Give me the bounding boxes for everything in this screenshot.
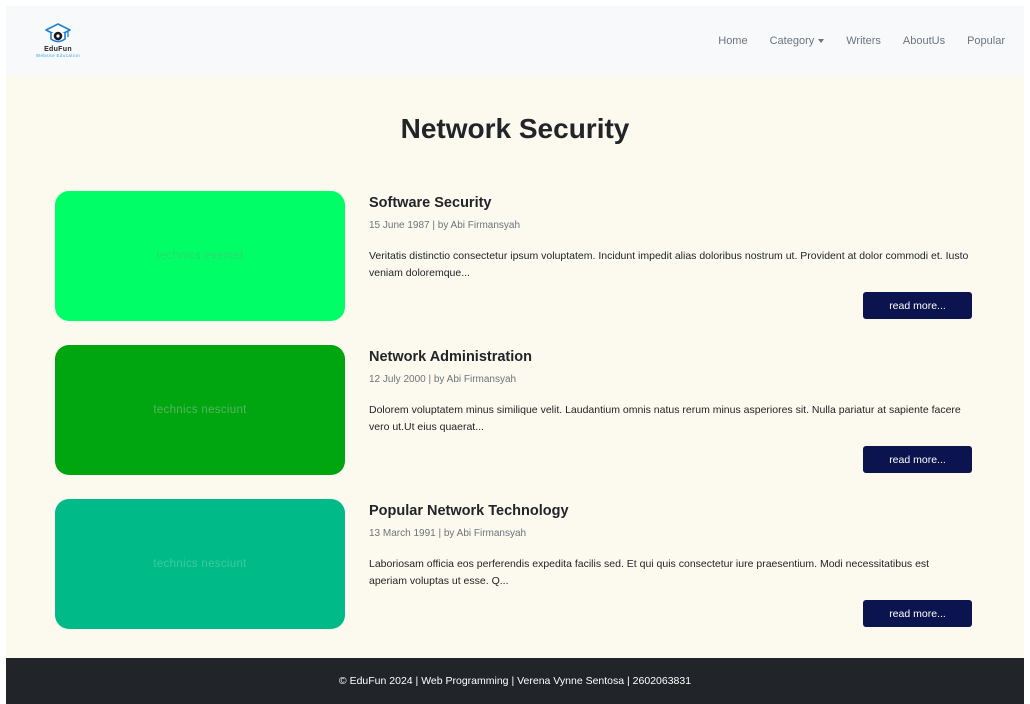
nav-item-label: Home: [718, 34, 748, 47]
nav-item-label: Popular: [967, 34, 1005, 47]
article-excerpt: Dolorem voluptatem minus similique velit…: [369, 404, 961, 433]
read-more-button[interactable]: read more...: [863, 600, 972, 627]
nav-item-label: AboutUs: [902, 34, 946, 47]
nav-item-popular[interactable]: Popular: [956, 35, 1016, 47]
footer-text: © EduFun 2024 | Web Programming | Verena…: [338, 675, 692, 687]
page-title: Network Security: [400, 113, 630, 144]
article-meta: 12 July 2000 | by Abi Firmansyah: [369, 374, 517, 385]
main-content: Network Security technics eveniet Softwa…: [6, 75, 1024, 658]
caret-down-icon: [818, 38, 825, 43]
graduation-cap-icon: [45, 23, 71, 43]
brand-tagline: Website Education: [35, 53, 81, 58]
nav-item-label: Writers: [846, 34, 881, 47]
read-more-button[interactable]: read more...: [863, 292, 972, 319]
nav-item-label: Category: [769, 34, 815, 47]
nav-links: Home Category Writers AboutUs Popular: [707, 35, 1016, 47]
nav-item-category[interactable]: Category: [759, 35, 836, 47]
article-title: Popular Network Technology: [369, 503, 569, 519]
article-excerpt: Laboriosam officia eos perferendis exped…: [369, 558, 930, 587]
read-more-button[interactable]: read more...: [863, 446, 972, 473]
brand-name: EduFun: [44, 46, 72, 53]
nav-item-home[interactable]: Home: [707, 35, 758, 47]
article-image-text: technics nesciunt: [153, 404, 247, 416]
footer: © EduFun 2024 | Web Programming | Verena…: [6, 658, 1024, 704]
article-meta: 15 June 1987 | by Abi Firmansyah: [369, 220, 521, 231]
article-image-text: technics nesciunt: [153, 558, 247, 570]
article-card: technics nesciunt Popular Network Techno…: [6, 499, 1024, 629]
article-card: technics nesciunt Network Administration…: [6, 345, 1024, 475]
article-image[interactable]: technics eveniet: [55, 191, 345, 321]
nav-item-aboutus[interactable]: AboutUs: [892, 35, 956, 47]
article-title: Software Security: [369, 195, 492, 211]
article-title: Network Administration: [369, 349, 533, 365]
nav-item-writers[interactable]: Writers: [835, 35, 892, 47]
brand-logo[interactable]: EduFun Website Education: [26, 23, 90, 58]
navbar: EduFun Website Education Home Category W…: [6, 6, 1024, 75]
article-meta: 13 March 1991 | by Abi Firmansyah: [369, 528, 527, 539]
article-image-text: technics eveniet: [156, 250, 244, 262]
article-image[interactable]: technics nesciunt: [55, 345, 345, 475]
article-card: technics eveniet Software Security 15 Ju…: [6, 191, 1024, 321]
article-excerpt: Veritatis distinctio consectetur ipsum v…: [369, 250, 969, 279]
article-image[interactable]: technics nesciunt: [55, 499, 345, 629]
